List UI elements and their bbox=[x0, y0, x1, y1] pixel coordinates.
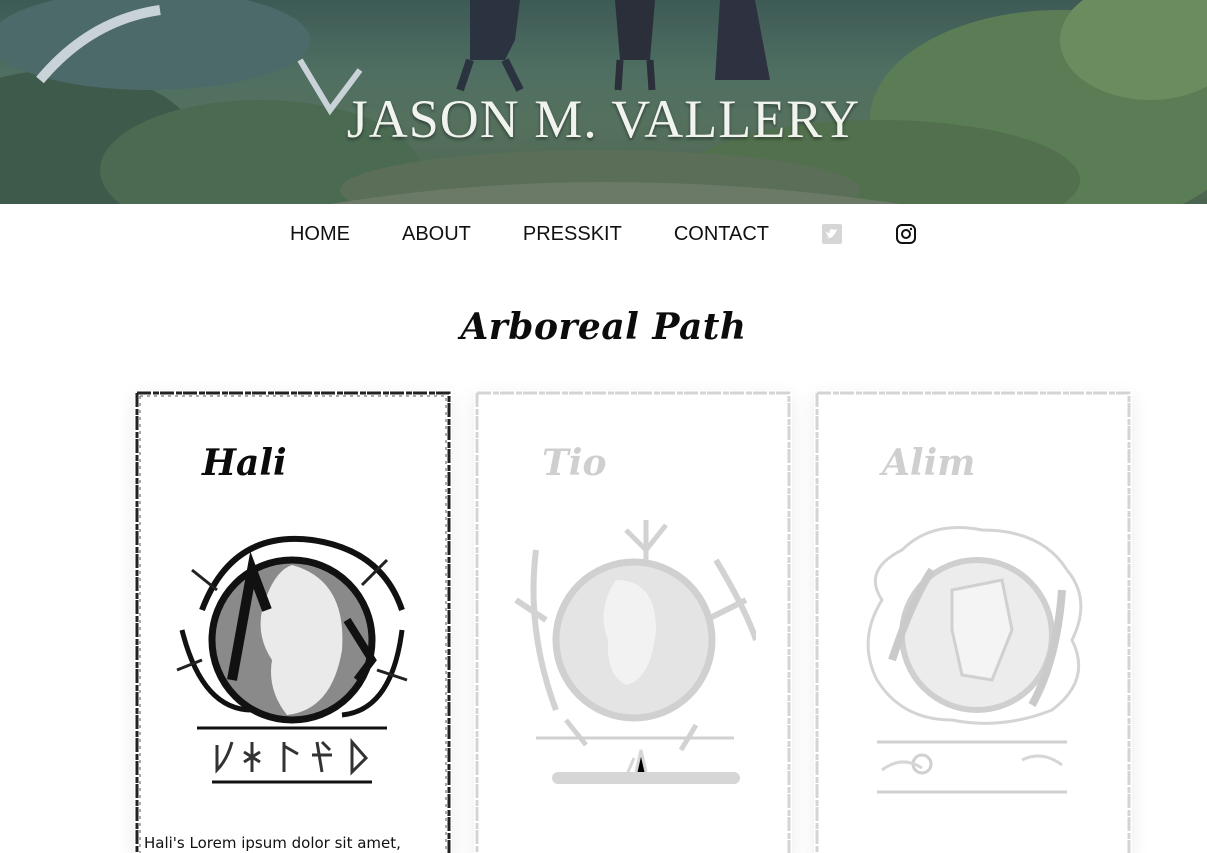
card-title: Hali bbox=[202, 442, 287, 484]
nav-home-link[interactable]: HOME bbox=[290, 223, 350, 246]
nav-presskit-link[interactable]: PRESSKIT bbox=[523, 223, 622, 246]
banner-title: JASON M. VALLERY bbox=[346, 89, 861, 149]
card-description: Hali's Lorem ipsum dolor sit amet, bbox=[144, 834, 401, 852]
card-title: Alim bbox=[882, 442, 976, 484]
tio-portrait-emblem bbox=[514, 520, 756, 784]
alim-portrait-emblem bbox=[866, 526, 1083, 794]
page-title: Arboreal Path bbox=[460, 306, 747, 348]
instagram-icon[interactable] bbox=[895, 223, 917, 245]
hali-portrait-emblem bbox=[176, 535, 408, 784]
card-title: Tio bbox=[542, 442, 607, 484]
nav-about-link[interactable]: ABOUT bbox=[402, 223, 471, 246]
nav-contact-link[interactable]: CONTACT bbox=[674, 223, 769, 246]
character-card-tio[interactable]: Tio bbox=[474, 390, 792, 853]
character-card-alim[interactable]: Alim bbox=[814, 390, 1132, 853]
header-banner: JASON M. VALLERY bbox=[0, 0, 1207, 204]
main-nav: HOME ABOUT PRESSKIT CONTACT bbox=[0, 204, 1207, 264]
twitter-icon[interactable] bbox=[821, 223, 843, 245]
character-cards: Hali Hali's Lorem ipsum dolor sit amet, bbox=[134, 390, 1134, 853]
character-card-hali[interactable]: Hali Hali's Lorem ipsum dolor sit amet, bbox=[134, 390, 452, 853]
